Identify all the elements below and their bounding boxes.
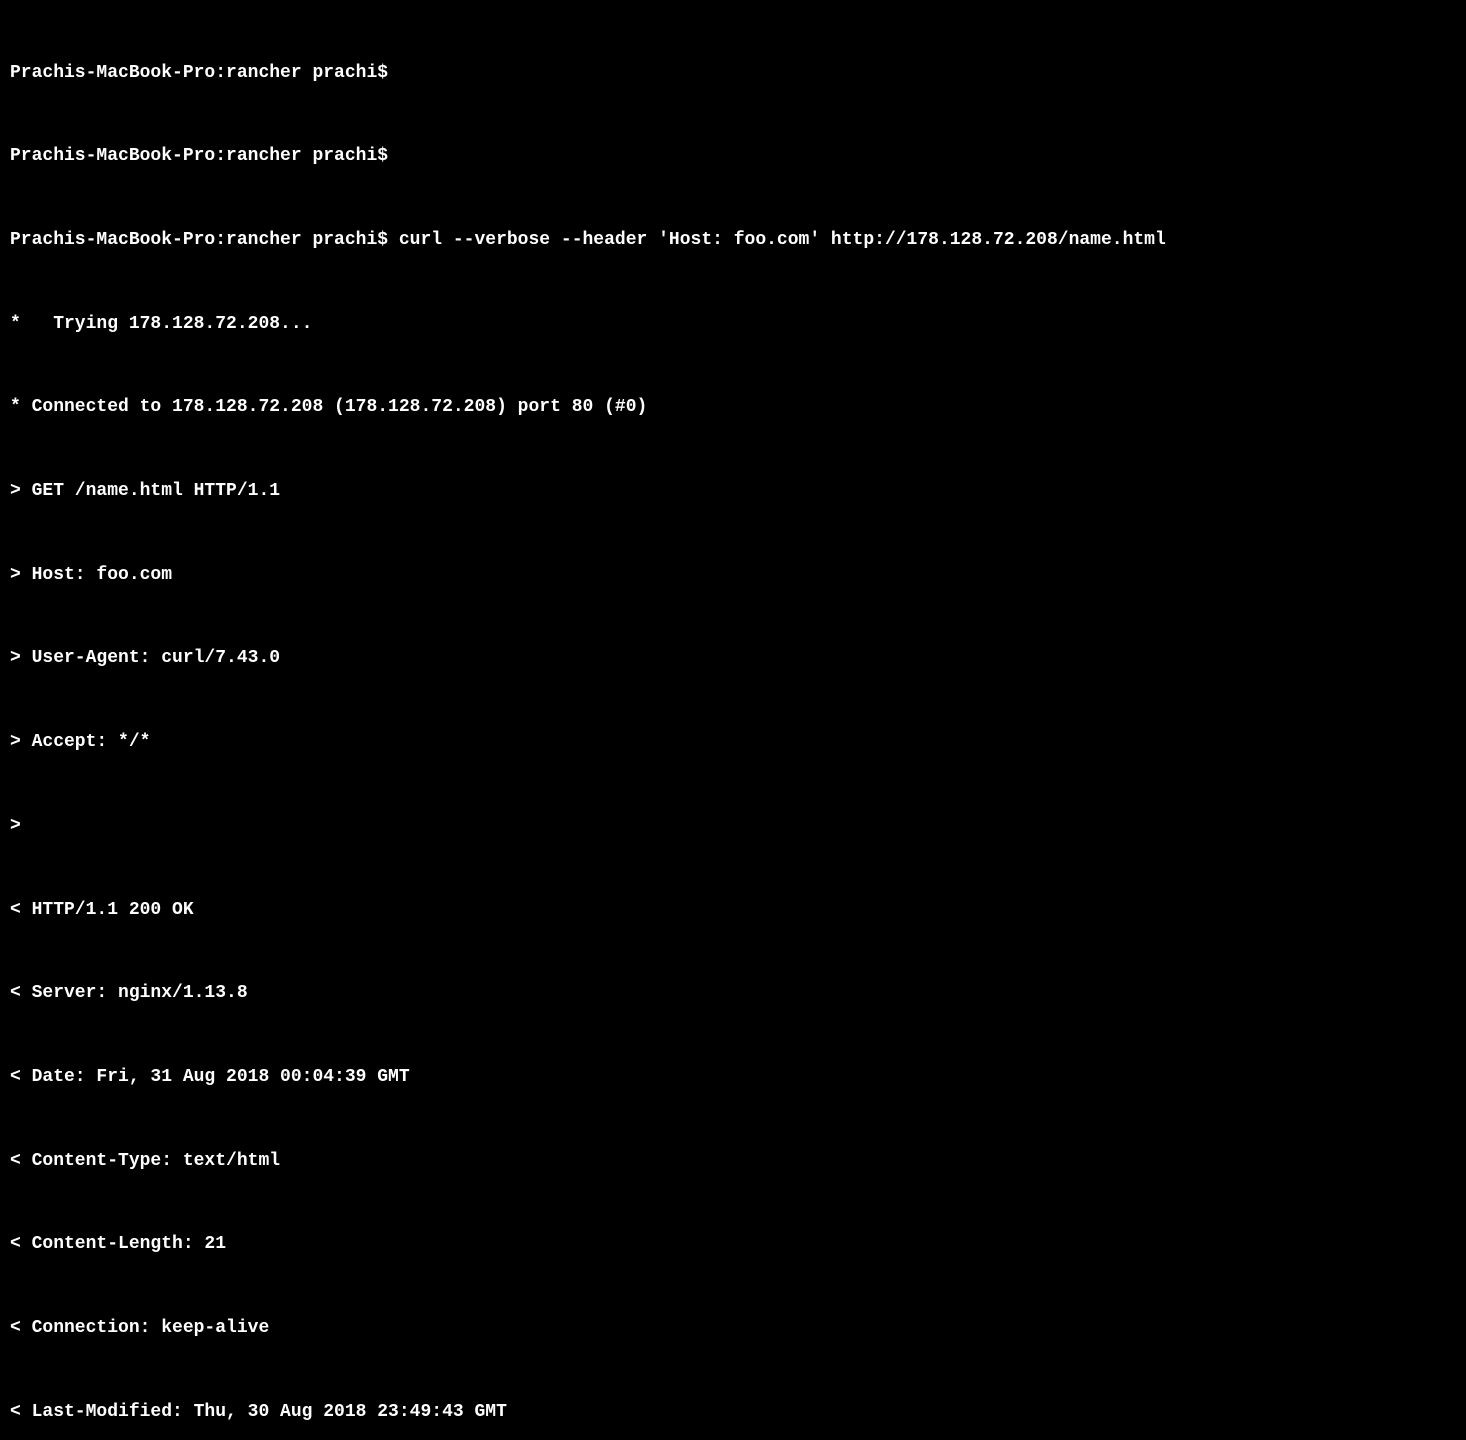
terminal-line: < Content-Length: 21 xyxy=(10,1231,1456,1259)
terminal-line: > GET /name.html HTTP/1.1 xyxy=(10,478,1456,506)
terminal-line: Prachis-MacBook-Pro:rancher prachi$ xyxy=(10,60,1456,88)
terminal-line: > Accept: */* xyxy=(10,729,1456,757)
terminal-line: < HTTP/1.1 200 OK xyxy=(10,897,1456,925)
terminal-line: > Host: foo.com xyxy=(10,562,1456,590)
terminal-line: Prachis-MacBook-Pro:rancher prachi$ xyxy=(10,143,1456,171)
terminal-line: < Content-Type: text/html xyxy=(10,1148,1456,1176)
terminal-line: > User-Agent: curl/7.43.0 xyxy=(10,645,1456,673)
terminal-line: < Connection: keep-alive xyxy=(10,1315,1456,1343)
terminal-line: < Last-Modified: Thu, 30 Aug 2018 23:49:… xyxy=(10,1399,1456,1427)
terminal-line: Prachis-MacBook-Pro:rancher prachi$ curl… xyxy=(10,227,1456,255)
terminal-line: > xyxy=(10,813,1456,841)
terminal-line: * Trying 178.128.72.208... xyxy=(10,311,1456,339)
terminal-line: < Server: nginx/1.13.8 xyxy=(10,980,1456,1008)
terminal-line: * Connected to 178.128.72.208 (178.128.7… xyxy=(10,394,1456,422)
terminal-line: < Date: Fri, 31 Aug 2018 00:04:39 GMT xyxy=(10,1064,1456,1092)
terminal-window[interactable]: Prachis-MacBook-Pro:rancher prachi$ Prac… xyxy=(10,4,1456,1440)
